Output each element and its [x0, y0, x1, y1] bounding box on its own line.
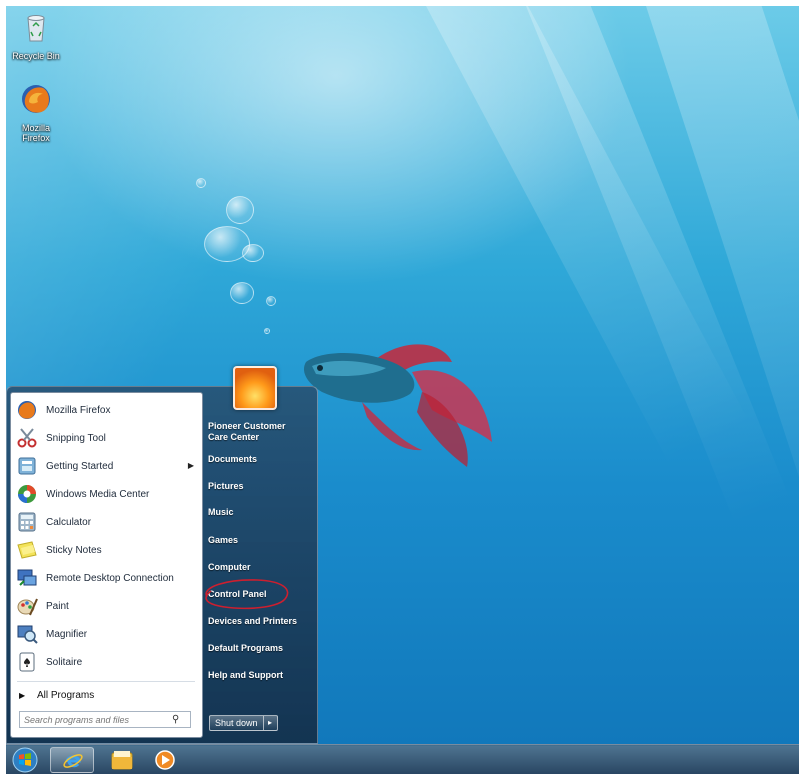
firefox-icon [18, 401, 36, 419]
start-link-devices-and-printers[interactable]: Devices and Printers [208, 616, 297, 627]
sticky-notes-icon [17, 541, 37, 559]
program-item-remote-desktop[interactable]: Remote Desktop Connection [16, 564, 198, 592]
program-item-paint[interactable]: Paint [16, 592, 198, 620]
paint-icon [17, 598, 38, 616]
program-label: Windows Media Center [46, 488, 150, 500]
program-label: Solitaire [46, 656, 83, 668]
start-link-pictures[interactable]: Pictures [208, 481, 244, 492]
program-item-windows-media-center[interactable]: Windows Media Center [16, 480, 198, 508]
bubble [226, 196, 254, 224]
shutdown-options-arrow-icon[interactable]: ▸ [263, 715, 278, 731]
program-item-solitaire[interactable]: Solitaire [16, 648, 198, 676]
recycle-bin-icon [27, 15, 45, 42]
magnifier-icon [17, 625, 38, 644]
shutdown-button[interactable]: Shut down [209, 715, 264, 731]
start-link-pioneer-customer-care[interactable]: Pioneer Customer Care Center [208, 421, 294, 443]
program-item-firefox[interactable]: Mozilla Firefox [16, 396, 198, 424]
all-programs-arrow-icon: ▶ [19, 690, 26, 700]
desktop-icon-label: Mozilla Firefox [21, 123, 50, 143]
firefox-icon [22, 85, 50, 113]
remote-desktop-icon [17, 569, 37, 586]
bubble [264, 328, 270, 334]
start-link-games[interactable]: Games [208, 535, 238, 546]
internet-explorer-icon [63, 754, 83, 768]
calculator-icon [18, 512, 36, 532]
search-input[interactable] [24, 714, 172, 725]
user-account-picture[interactable] [233, 366, 277, 410]
program-item-snipping-tool[interactable]: Snipping Tool [16, 424, 198, 452]
getting-started-icon [18, 457, 36, 475]
bubble [196, 178, 206, 188]
windows-explorer-icon[interactable] [108, 747, 136, 773]
program-item-sticky-notes[interactable]: Sticky Notes [16, 536, 198, 564]
taskbar-button-internet-explorer[interactable] [50, 747, 94, 773]
media-player-icon[interactable] [152, 747, 178, 773]
program-label: Remote Desktop Connection [46, 572, 174, 584]
solitaire-icon [19, 652, 35, 672]
scissors-icon [17, 428, 37, 448]
program-label: Mozilla Firefox [46, 404, 111, 416]
bubble [266, 296, 276, 306]
search-icon: ⚲ [172, 714, 180, 725]
program-label: Paint [46, 600, 69, 612]
divider [17, 681, 195, 682]
media-center-icon [18, 485, 36, 503]
program-label: Snipping Tool [46, 432, 106, 444]
start-link-help-and-support[interactable]: Help and Support [208, 670, 283, 681]
all-programs-label: All Programs [37, 689, 95, 701]
all-programs-button[interactable]: ▶ All Programs [19, 687, 94, 703]
desktop-icon-firefox[interactable]: Mozilla Firefox [8, 82, 64, 143]
program-item-calculator[interactable]: Calculator [16, 508, 198, 536]
program-item-getting-started[interactable]: Getting Started ▶ [16, 452, 198, 480]
submenu-arrow-icon: ▶ [187, 461, 194, 470]
red-annotation-circle [205, 579, 289, 610]
program-label: Sticky Notes [46, 544, 102, 556]
start-link-music[interactable]: Music [208, 507, 234, 518]
shutdown-control: Shut down ▸ [209, 715, 278, 731]
start-link-computer[interactable]: Computer [208, 562, 251, 573]
bubble [230, 282, 254, 304]
program-label: Calculator [46, 516, 92, 528]
bubble [242, 244, 264, 262]
start-menu-programs-pane: Mozilla Firefox Snipping Tool Getting St… [10, 392, 203, 738]
betta-fish-image [303, 344, 492, 467]
desktop-icon-recycle-bin[interactable]: Recycle Bin [8, 10, 64, 61]
program-item-magnifier[interactable]: Magnifier [16, 620, 198, 648]
search-programs-box[interactable]: ⚲ [19, 711, 191, 728]
start-link-default-programs[interactable]: Default Programs [208, 643, 283, 654]
start-link-documents[interactable]: Documents [208, 454, 257, 465]
desktop-icon-label: Recycle Bin [12, 51, 60, 61]
program-label: Magnifier [46, 628, 88, 640]
start-orb-icon[interactable] [10, 747, 40, 773]
taskbar [6, 744, 799, 774]
program-label: Getting Started [46, 460, 114, 472]
